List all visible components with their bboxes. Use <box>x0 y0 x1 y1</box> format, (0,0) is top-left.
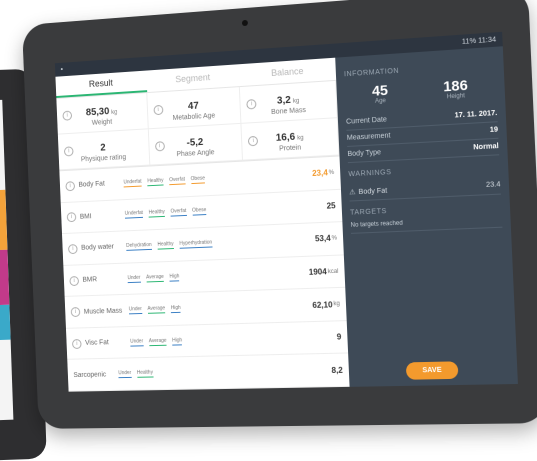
info-icon[interactable]: i <box>65 180 76 192</box>
tile-bone-mass: i 3,2 kg Bone Mass <box>240 80 338 124</box>
info-icon[interactable]: i <box>66 212 77 223</box>
info-icon[interactable]: i <box>68 244 78 255</box>
information-panel: INFORMATION 45 Age 186 Height Current Date… <box>335 46 518 387</box>
info-icon[interactable]: i <box>154 141 165 152</box>
warning-item: ⚠ Body Fat 23.4 <box>348 177 501 202</box>
age-stat: 45 Age <box>371 81 389 105</box>
status-right: 11% 11:34 <box>461 35 497 46</box>
warning-icon: ⚠ <box>349 189 356 197</box>
color-block <box>0 189 8 252</box>
info-icon[interactable]: i <box>70 307 81 318</box>
tile-metabolic-age: i 47 Metabolic Age <box>146 87 242 130</box>
scale: Under Average High <box>130 337 183 347</box>
scale: Under Average High <box>128 305 181 315</box>
info-icon[interactable]: i <box>153 104 164 116</box>
scale: Under Healthy <box>118 369 154 379</box>
secondary-device-screen <box>0 99 14 422</box>
results-panel: Result Segment Balance i 85,30 kg Weight i4… <box>55 57 350 392</box>
row-sarcopenic: Sarcopenic Under Healthy 8,2 <box>67 353 350 392</box>
tile-physique-rating: i 2 Physique rating <box>57 129 150 171</box>
targets-heading: TARGETS <box>349 207 387 217</box>
targets-text: No targets reached <box>350 216 503 234</box>
tile-protein: i 16,6 kg Protein <box>241 118 340 161</box>
tablet-device: • 11% 11:34 Result Segment Balance i 85,3… <box>21 0 537 429</box>
scale: Underfat Healthy Overfat Obese <box>124 207 207 220</box>
info-icon[interactable]: i <box>71 338 82 349</box>
metric-rows: i Body Fat Underfat Healthy Overfat Obese 23,4… <box>59 156 350 392</box>
scale: Under Average High <box>127 272 180 283</box>
info-icon[interactable]: i <box>69 275 80 286</box>
tablet-screen: • 11% 11:34 Result Segment Balance i 85,3… <box>54 31 518 392</box>
color-block <box>0 249 10 307</box>
save-button[interactable]: SAVE <box>405 361 459 380</box>
color-block <box>0 304 11 342</box>
scale: Dehydration Healthy Hyperhydration <box>126 239 213 251</box>
tile-phase-angle: i -5,2 Phase Angle <box>148 123 244 166</box>
height-stat: 186 Height <box>442 76 469 101</box>
scale: Underfat Healthy Overfat Obese <box>123 175 206 188</box>
camera-icon <box>241 19 249 27</box>
warnings-heading: WARNINGS <box>348 169 392 179</box>
tile-weight: i 85,30 kg Weight <box>56 93 149 135</box>
status-left: • <box>60 66 64 73</box>
